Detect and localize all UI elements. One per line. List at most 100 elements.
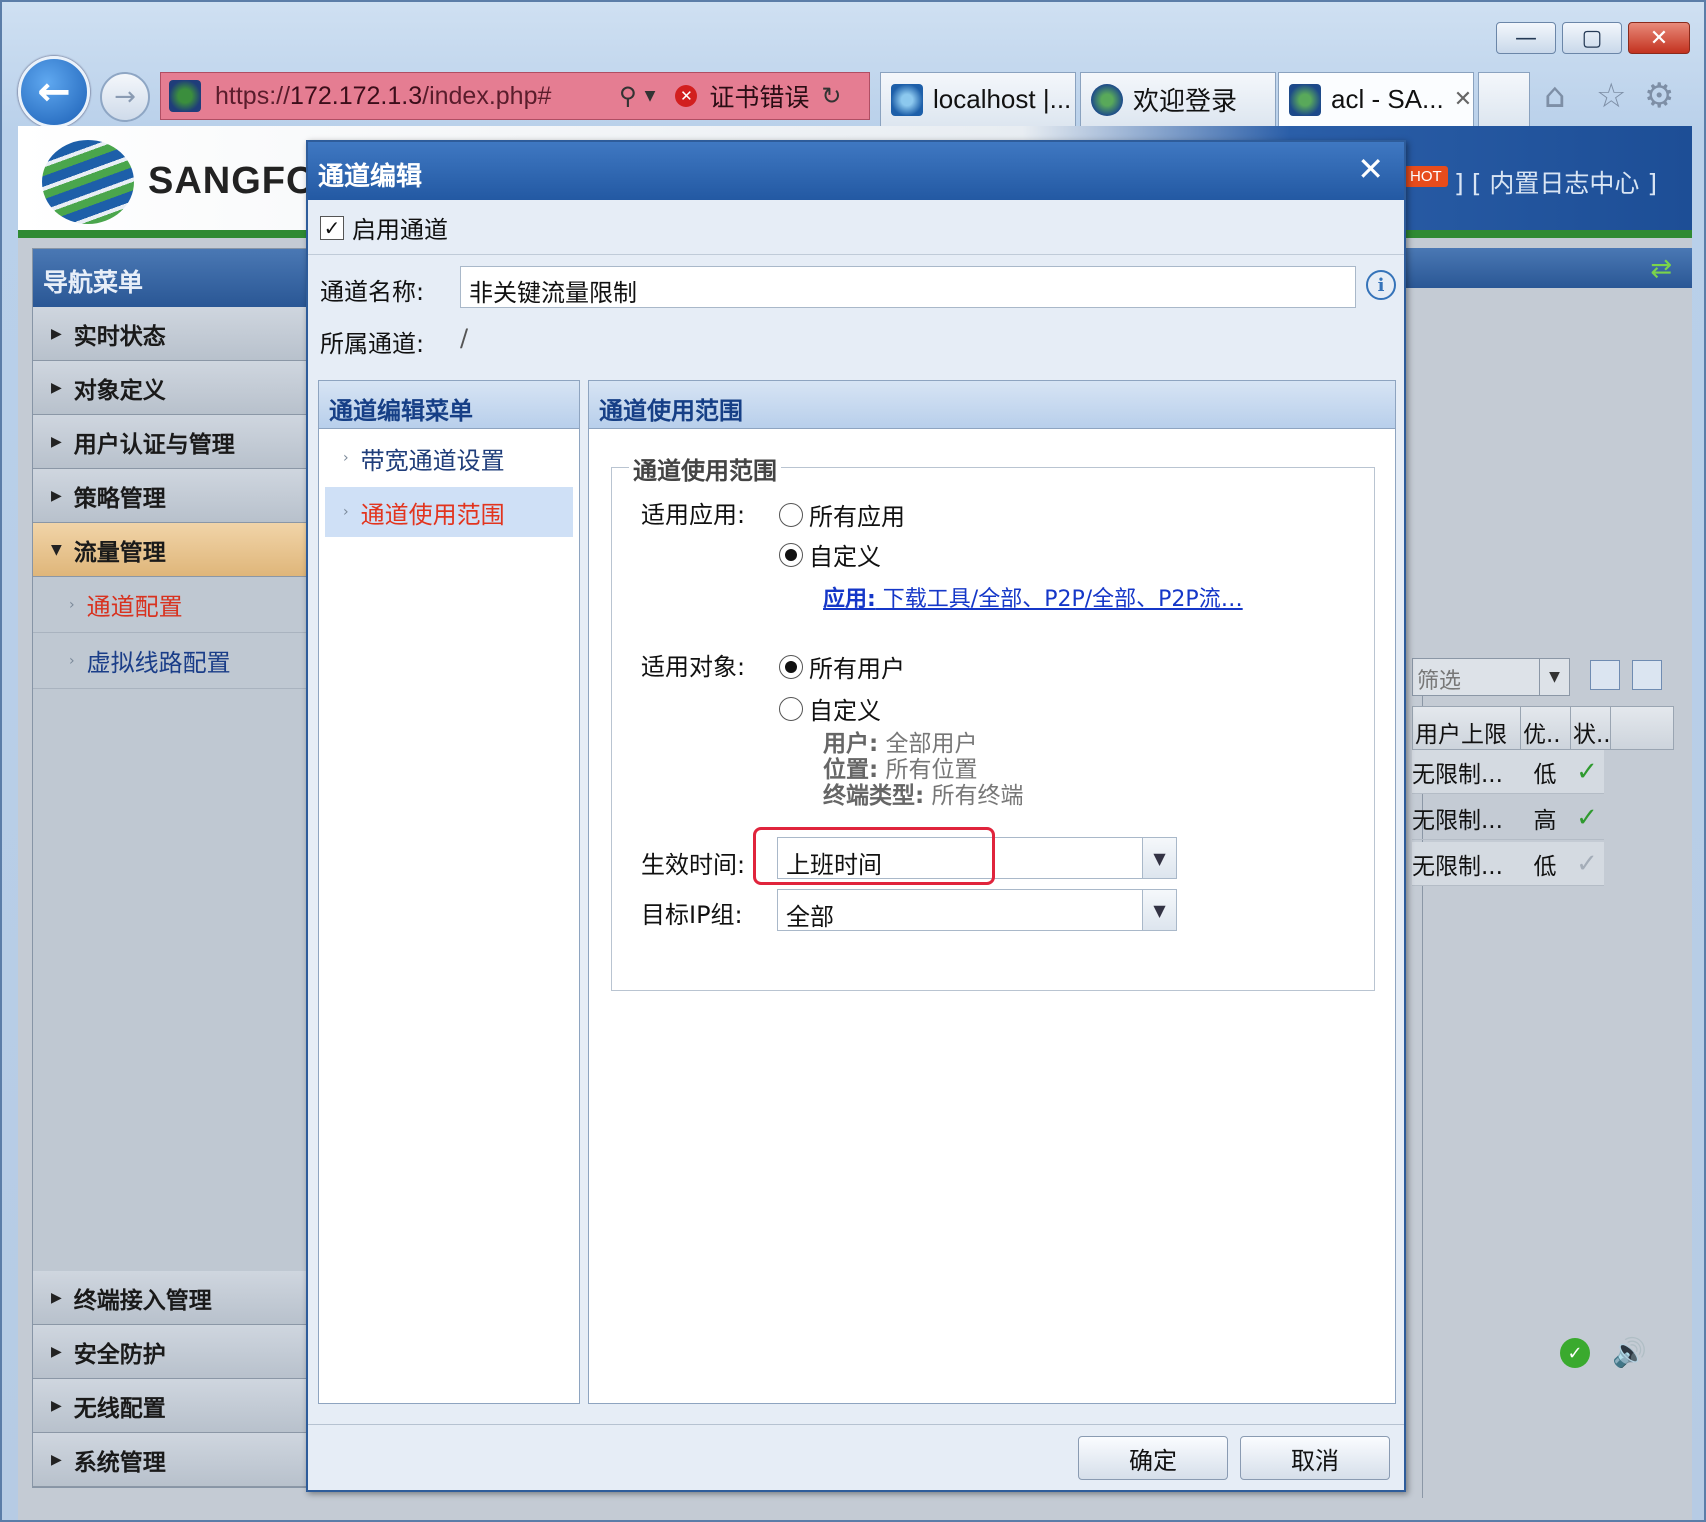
expand-tree-icon[interactable] [1590, 660, 1620, 690]
search-icon[interactable]: ⚲ [619, 82, 637, 110]
radio-all-users[interactable]: 所有用户 [779, 649, 905, 684]
close-window-button[interactable]: ✕ [1628, 22, 1690, 54]
cert-error-label[interactable]: 证书错误 [709, 78, 809, 114]
table-row[interactable]: 无限制... 高 ✓ [1412, 796, 1604, 840]
column-header-user-limit[interactable]: 用户上限 [1413, 707, 1521, 749]
refresh-icon[interactable]: ⇄ [1650, 254, 1672, 284]
nav-item-terminal-access[interactable]: ▶ 终端接入管理 [33, 1271, 321, 1325]
cancel-button[interactable]: 取消 [1240, 1436, 1390, 1480]
close-icon[interactable]: ✕ [1357, 150, 1384, 188]
speaker-icon[interactable]: 🔊 [1612, 1336, 1647, 1369]
checkbox-checked-icon[interactable]: ✓ [320, 215, 344, 240]
info-icon[interactable]: i [1366, 270, 1396, 300]
arrow-right-icon: → [114, 82, 136, 112]
scope-panel-title: 通道使用范围 [589, 381, 1395, 429]
favorites-star-icon[interactable]: ☆ [1596, 76, 1626, 116]
tab-favicon-icon [1091, 83, 1123, 116]
target-ip-group-label: 目标IP组: [641, 901, 743, 929]
channel-name-input[interactable]: 非关键流量限制 [460, 266, 1356, 308]
home-icon[interactable]: ⌂ [1544, 76, 1566, 116]
table-row[interactable]: 无限制... 低 ✓ [1412, 842, 1604, 886]
new-tab-button[interactable] [1478, 72, 1530, 126]
chevron-down-icon[interactable]: ▼ [1539, 659, 1569, 695]
browser-window: — ▢ ✕ ← → https://172.172.1.3/index.php#… [0, 0, 1706, 1522]
chevron-down-icon[interactable]: ▼ [645, 88, 656, 104]
tab-localhost[interactable]: localhost |... [880, 72, 1076, 126]
radio-custom-app[interactable]: 自定义 [779, 537, 881, 572]
column-header-status[interactable]: 状.. [1571, 707, 1611, 749]
chevron-down-icon[interactable]: ▼ [1142, 838, 1176, 878]
check-icon: ✓ [1576, 756, 1598, 787]
close-tab-icon[interactable]: ✕ [1454, 87, 1472, 112]
radio-checked-icon[interactable] [779, 542, 803, 567]
channel-edit-menu: 通道编辑菜单 › 带宽通道设置 › 通道使用范围 [318, 380, 580, 1404]
status-ok-icon[interactable]: ✓ [1560, 1338, 1590, 1368]
tab-acl-active[interactable]: acl - SA... ✕ [1278, 72, 1474, 126]
back-button[interactable]: ← [18, 56, 90, 128]
menu-item-bandwidth[interactable]: › 带宽通道设置 [325, 433, 573, 483]
filter-select[interactable]: 筛选 ▼ [1412, 658, 1570, 696]
dialog-title-bar: 通道编辑 ✕ [308, 142, 1404, 200]
nav-item-security[interactable]: ▶ 安全防护 [33, 1325, 321, 1379]
ok-button[interactable]: 确定 [1078, 1436, 1228, 1480]
site-favicon-icon [169, 80, 201, 112]
nav-item-traffic-management[interactable]: ▼ 流量管理 [33, 523, 321, 577]
fieldset-legend: 通道使用范围 [629, 451, 781, 486]
caret-right-icon: ▶ [51, 433, 62, 450]
caret-right-icon: ▶ [51, 487, 62, 504]
enable-channel-checkbox[interactable]: ✓ 启用通道 [320, 210, 448, 245]
cert-error-icon[interactable]: ✕ [675, 85, 698, 107]
nav-item-object-definition[interactable]: ▶ 对象定义 [33, 361, 321, 415]
radio-unchecked-icon[interactable] [779, 696, 803, 721]
chevron-down-icon[interactable]: ▼ [1142, 890, 1176, 930]
address-bar[interactable]: https://172.172.1.3/index.php# ⚲ ▼ ✕ 证书错… [160, 72, 870, 120]
hot-badge: HOT [1404, 166, 1448, 187]
nav-sub-virtual-line[interactable]: › 虚拟线路配置 [33, 633, 321, 689]
nav-item-system[interactable]: ▶ 系统管理 [33, 1433, 321, 1487]
divider [308, 254, 1404, 255]
url-text[interactable]: https://172.172.1.3/index.php# [215, 82, 615, 111]
tab-favicon-icon [891, 83, 923, 116]
tab-favicon-icon [1289, 83, 1321, 116]
radio-all-apps[interactable]: 所有应用 [779, 497, 905, 532]
nav-item-policy[interactable]: ▶ 策略管理 [33, 469, 321, 523]
apply-object-label: 适用对象: [641, 653, 746, 681]
forward-button[interactable]: → [100, 72, 150, 122]
tab-welcome-login[interactable]: 欢迎登录 [1080, 72, 1276, 126]
maximize-button[interactable]: ▢ [1562, 22, 1622, 54]
nav-item-user-auth[interactable]: ▶ 用户认证与管理 [33, 415, 321, 469]
caret-down-icon: ▼ [51, 541, 62, 558]
check-icon: ✓ [1576, 848, 1598, 879]
edit-menu-title: 通道编辑菜单 [319, 381, 579, 429]
nav-item-realtime-status[interactable]: ▶ 实时状态 [33, 307, 321, 361]
caret-right-icon: ▶ [51, 1343, 62, 1360]
radio-custom-user[interactable]: 自定义 [779, 691, 881, 726]
log-center-link[interactable]: ] [ 内置日志中心 ] [1454, 164, 1657, 200]
refresh-icon[interactable]: ↻ [821, 82, 841, 110]
column-header-priority[interactable]: 优.. [1521, 707, 1571, 749]
chevron-right-icon: › [69, 596, 75, 613]
gear-icon[interactable]: ⚙ [1644, 76, 1674, 116]
detail-terminal-type: 终端类型: 所有终端 [823, 783, 1024, 809]
chevron-right-icon: › [343, 504, 349, 520]
caret-right-icon: ▶ [51, 325, 62, 342]
channel-name-label: 通道名称: [320, 278, 425, 306]
caret-right-icon: ▶ [51, 379, 62, 396]
parent-channel-value: / [460, 324, 469, 352]
target-ip-group-select[interactable]: 全部 ▼ [777, 889, 1177, 931]
app-selection-link[interactable]: 应用: 下载工具/全部、P2P/全部、P2P流… [823, 581, 1243, 613]
list-view-icon[interactable] [1632, 660, 1662, 690]
detail-user: 用户: 全部用户 [823, 731, 978, 757]
table-row[interactable]: 无限制... 低 ✓ [1412, 750, 1604, 794]
menu-item-scope[interactable]: › 通道使用范围 [325, 487, 573, 537]
radio-unchecked-icon[interactable] [779, 502, 803, 527]
dialog-title: 通道编辑 [318, 162, 423, 192]
caret-right-icon: ▶ [51, 1289, 62, 1306]
nav-item-wireless[interactable]: ▶ 无线配置 [33, 1379, 321, 1433]
chevron-right-icon: › [69, 652, 75, 669]
radio-checked-icon[interactable] [779, 654, 803, 679]
scope-panel: 通道使用范围 通道使用范围 适用应用: 所有应用 自定义 应用: 下载工具/全部… [588, 380, 1396, 1404]
nav-sub-channel-config[interactable]: › 通道配置 [33, 577, 321, 633]
chevron-right-icon: › [343, 450, 349, 466]
minimize-button[interactable]: — [1496, 22, 1556, 54]
